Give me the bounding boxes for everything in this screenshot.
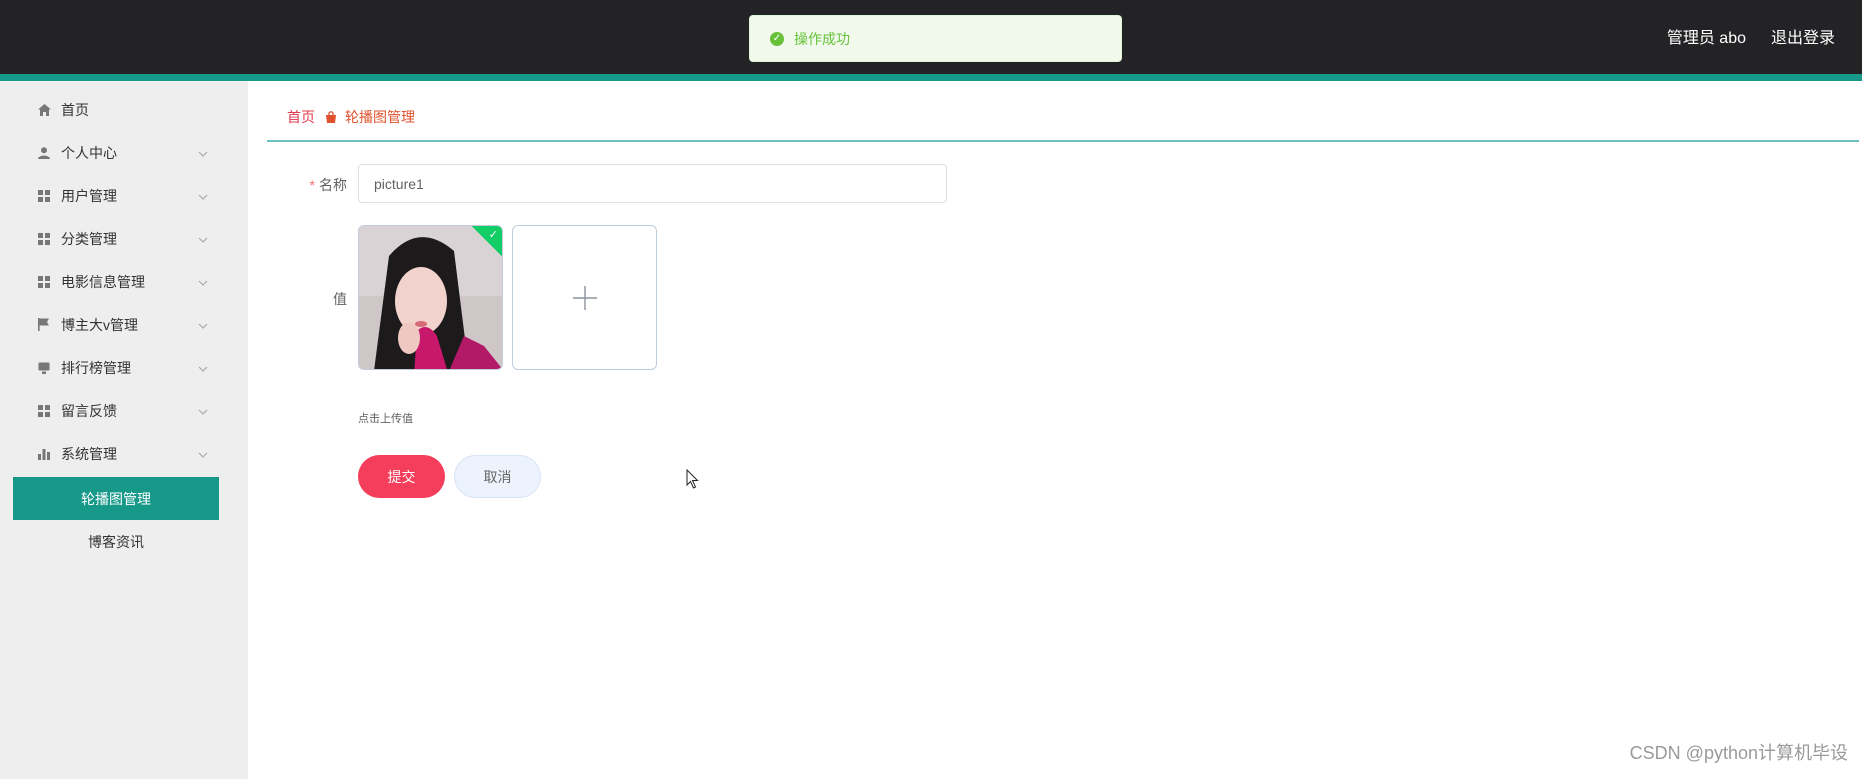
user-icon [37, 146, 51, 160]
chevron-down-icon [197, 276, 209, 288]
breadcrumb: 首页 轮播图管理 [287, 107, 415, 127]
grid-icon [37, 189, 51, 203]
breadcrumb-divider [267, 140, 1859, 142]
portrait-image [359, 226, 502, 369]
bar-chart-icon [37, 447, 51, 461]
chevron-down-icon [197, 319, 209, 331]
flag-icon [37, 318, 51, 332]
sidebar-item-feedback[interactable]: 留言反馈 [0, 389, 248, 432]
sidebar-item-bloggers[interactable]: 博主大v管理 [0, 303, 248, 346]
name-input[interactable]: picture1 [358, 164, 947, 203]
home-icon [37, 103, 51, 117]
sidebar-item-label: 电影信息管理 [61, 273, 145, 290]
cancel-button[interactable]: 取消 [454, 455, 541, 498]
mouse-cursor-icon [686, 469, 699, 489]
monitor-icon [37, 361, 51, 375]
grid-icon [37, 404, 51, 418]
required-asterisk: * [309, 177, 315, 193]
name-input-value: picture1 [374, 175, 424, 192]
name-label: * 名称 [290, 175, 347, 195]
check-circle-icon: ✓ [770, 31, 784, 46]
sidebar-item-system[interactable]: 系统管理 [0, 432, 248, 475]
submit-button[interactable]: 提交 [358, 455, 445, 498]
sidebar-item-label: 分类管理 [61, 230, 117, 247]
sidebar-item-label: 个人中心 [61, 144, 117, 161]
sidebar-item-label: 首页 [61, 101, 89, 118]
upload-add-button[interactable] [512, 225, 657, 370]
chevron-down-icon [197, 147, 209, 159]
chevron-down-icon [197, 405, 209, 417]
watermark: CSDN @python计算机毕设 [1629, 743, 1848, 763]
bag-icon [325, 111, 337, 123]
value-label: 值 [333, 291, 347, 307]
sidebar-item-users[interactable]: 用户管理 [0, 174, 248, 217]
sidebar-item-label: 用户管理 [61, 187, 117, 204]
uploaded-image-thumbnail[interactable]: ✓ [358, 225, 503, 370]
upload-hint: 点击上传值 [358, 413, 413, 425]
user-info: 管理员 abo [1666, 30, 1746, 47]
chevron-down-icon [197, 448, 209, 460]
success-toast: ✓ 操作成功 [749, 15, 1122, 62]
sidebar-item-movies[interactable]: 电影信息管理 [0, 260, 248, 303]
logout-button[interactable]: 退出登录 [1771, 24, 1835, 48]
toast-message: 操作成功 [794, 30, 850, 47]
chevron-down-icon [197, 233, 209, 245]
chevron-down-icon [197, 362, 209, 374]
sidebar-item-label: 博主大v管理 [61, 316, 138, 333]
chevron-down-icon [197, 190, 209, 202]
plus-icon [572, 285, 597, 310]
sidebar-item-label: 排行榜管理 [61, 359, 131, 376]
sidebar-item-profile[interactable]: 个人中心 [0, 131, 248, 174]
sidebar-item-label: 留言反馈 [61, 402, 117, 419]
top-bar-accent [0, 74, 1862, 81]
breadcrumb-home-link[interactable]: 首页 [287, 107, 315, 127]
sidebar-subitem-carousel[interactable]: 轮播图管理 [13, 477, 219, 520]
breadcrumb-current: 轮播图管理 [345, 109, 415, 125]
name-label-text: 名称 [319, 177, 347, 193]
grid-icon [37, 232, 51, 246]
sidebar-item-label: 系统管理 [61, 445, 117, 462]
sidebar-item-categories[interactable]: 分类管理 [0, 217, 248, 260]
sidebar-subitem-blog-news[interactable]: 博客资讯 [13, 520, 219, 563]
check-icon: ✓ [488, 229, 498, 241]
grid-icon [37, 275, 51, 289]
sidebar-item-rankings[interactable]: 排行榜管理 [0, 346, 248, 389]
sidebar-item-home[interactable]: 首页 [0, 88, 248, 131]
sidebar: 首页 个人中心 用户管理 分类管理 电影信息管理 博主大v管理 排行榜管理 留言… [0, 81, 248, 779]
